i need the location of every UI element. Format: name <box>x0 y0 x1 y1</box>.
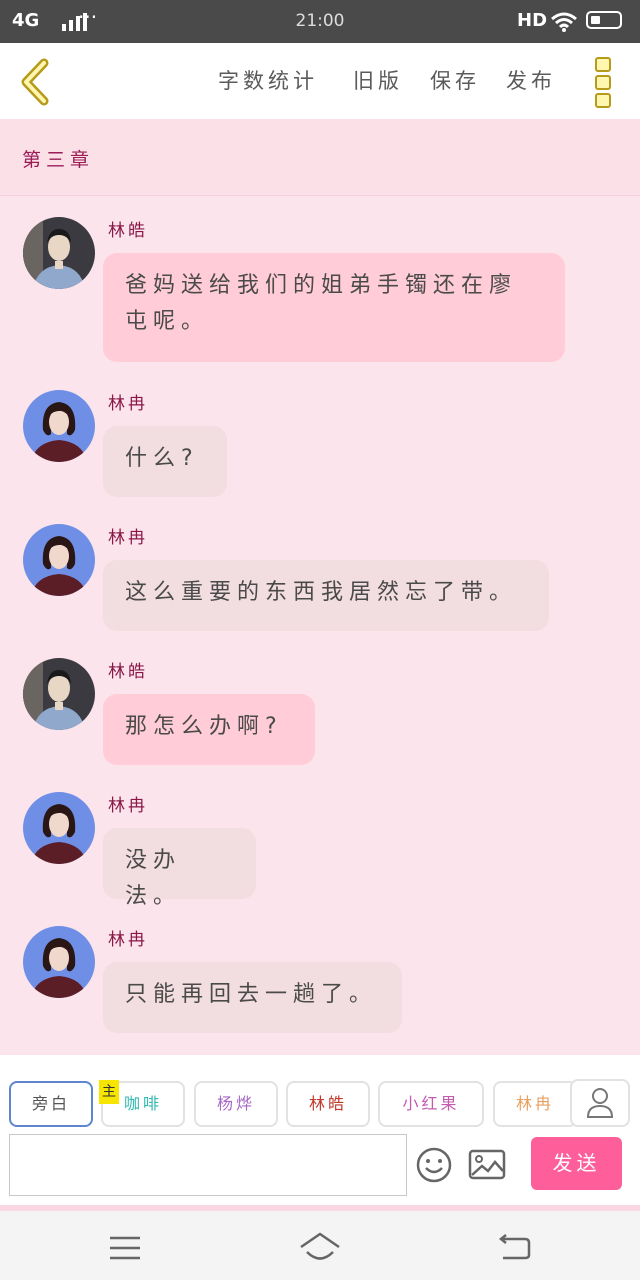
message-input[interactable] <box>9 1134 407 1196</box>
message-item: 林冉 这么重要的东西我居然忘了带。 <box>0 523 640 633</box>
message-bubble[interactable]: 没办法。 <box>103 828 256 909</box>
speaker-name: 林冉 <box>108 394 148 414</box>
role-chip-yangye[interactable]: 杨烨 <box>194 1081 278 1127</box>
wifi-icon <box>551 12 577 32</box>
status-bar: 4G ··· 21:00 HD <box>0 0 640 43</box>
more-menu-icon[interactable] <box>595 57 613 111</box>
image-icon[interactable] <box>468 1148 506 1182</box>
avatar-female[interactable] <box>23 792 95 864</box>
message-bubble[interactable]: 爸妈送给我们的姐弟手镯还在廖屯呢。 <box>103 253 565 362</box>
home-icon[interactable] <box>298 1231 342 1263</box>
publish-button[interactable]: 发布 <box>506 65 556 95</box>
compose-panel: 旁白 咖啡 主 杨烨 林皓 小红果 林冉 发送 <box>0 1055 640 1205</box>
avatar-female[interactable] <box>23 926 95 998</box>
avatar-female[interactable] <box>23 390 95 462</box>
system-nav-bar <box>0 1205 640 1280</box>
back-arrow-icon[interactable] <box>16 57 52 107</box>
save-button[interactable]: 保存 <box>430 65 480 95</box>
battery-icon <box>586 11 622 29</box>
speaker-name: 林冉 <box>108 796 148 816</box>
role-chip-linhao[interactable]: 林皓 <box>286 1081 370 1127</box>
role-chip-narration[interactable]: 旁白 <box>9 1081 93 1127</box>
speaker-name: 林皓 <box>108 221 148 241</box>
avatar-male[interactable] <box>23 217 95 289</box>
message-item: 林冉 没办法。 <box>0 791 640 909</box>
top-toolbar: 字数统计 旧版 保存 发布 <box>0 43 640 119</box>
message-bubble[interactable]: 什么? <box>103 426 227 497</box>
hd-indicator: HD <box>517 10 548 31</box>
message-bubble[interactable]: 那怎么办啊? <box>103 694 315 765</box>
character-manage-button[interactable] <box>570 1079 630 1127</box>
speaker-name: 林皓 <box>108 662 148 682</box>
emoji-icon[interactable] <box>415 1146 453 1184</box>
speaker-name: 林冉 <box>108 930 148 950</box>
chapter-title: 第三章 <box>22 149 95 171</box>
word-count-button[interactable]: 字数统计 <box>218 65 318 95</box>
role-chip-xiaohongguo[interactable]: 小红果 <box>378 1081 484 1127</box>
speaker-name: 林冉 <box>108 528 148 548</box>
main-role-badge: 主 <box>99 1080 119 1104</box>
avatar-male[interactable] <box>23 658 95 730</box>
message-item: 林皓 爸妈送给我们的姐弟手镯还在廖屯呢。 <box>0 216 640 366</box>
message-bubble[interactable]: 这么重要的东西我居然忘了带。 <box>103 560 549 631</box>
message-item: 林冉 只能再回去一趟了。 <box>0 925 640 1035</box>
send-button[interactable]: 发送 <box>531 1137 622 1190</box>
role-chip-linran[interactable]: 林冉 <box>493 1081 577 1127</box>
avatar-female[interactable] <box>23 524 95 596</box>
menu-icon[interactable] <box>108 1235 142 1261</box>
back-nav-icon[interactable] <box>497 1233 531 1261</box>
message-item: 林冉 什么? <box>0 389 640 499</box>
message-bubble[interactable]: 只能再回去一趟了。 <box>103 962 402 1033</box>
person-icon <box>586 1088 614 1118</box>
chapter-header[interactable]: 第三章 <box>0 119 640 196</box>
message-item: 林皓 那怎么办啊? <box>0 657 640 767</box>
old-version-button[interactable]: 旧版 <box>353 65 403 95</box>
